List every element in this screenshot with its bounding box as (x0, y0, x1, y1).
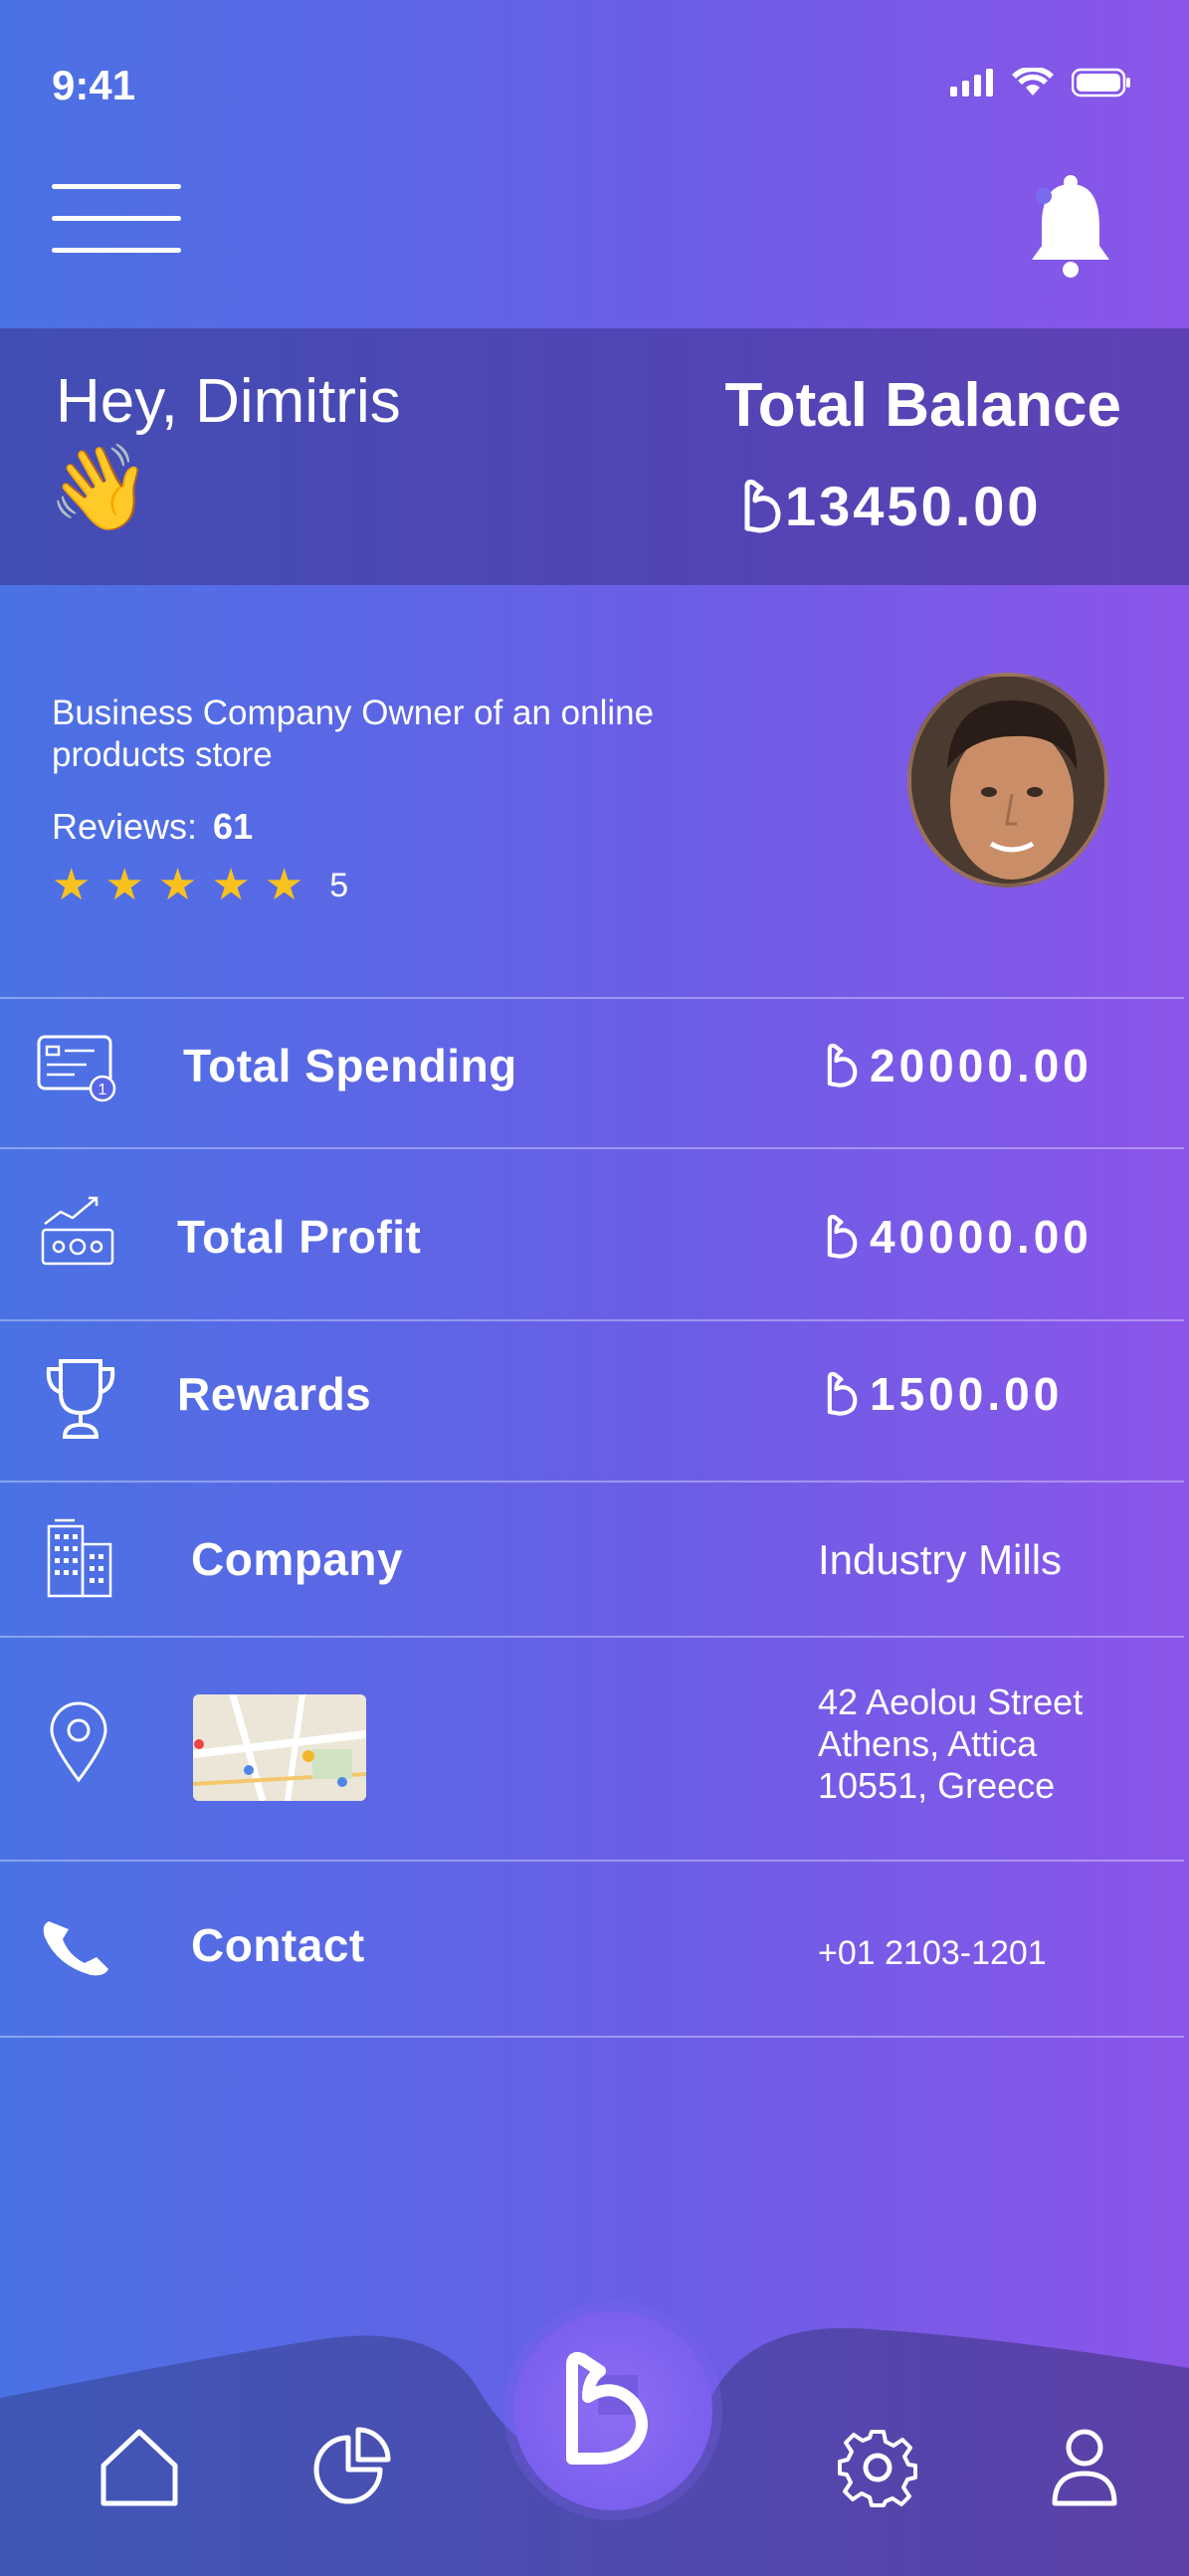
balance-label: Total Balance (724, 371, 1121, 440)
total-profit-label: Total Profit (177, 1211, 422, 1263)
notification-bell-button[interactable] (1028, 174, 1113, 279)
address-line: 42 Aeolou Street (818, 1682, 1084, 1722)
map-thumbnail[interactable] (193, 1694, 366, 1801)
settings-icon (838, 2430, 917, 2507)
divider (0, 1636, 1184, 1638)
rewards-amount: 1500.00 (870, 1368, 1064, 1420)
divider (0, 1147, 1184, 1149)
user-icon (1052, 2429, 1117, 2506)
nav-stats-button[interactable] (310, 2424, 394, 2512)
home-icon (100, 2429, 178, 2506)
currency-icon (827, 1371, 858, 1416)
nav-profile-button[interactable] (1043, 2424, 1126, 2512)
address: 42 Aeolou Street Athens, Attica 10551, G… (818, 1682, 1083, 1807)
reviews-label: Reviews: (52, 806, 198, 847)
wave-icon: 👋 (48, 441, 152, 534)
brand-logo-icon (566, 2351, 648, 2465)
cash-growth-icon (34, 1186, 123, 1276)
menu-line-icon (52, 248, 181, 253)
star-rating: ★ ★ ★ ★ ★ 5 (52, 864, 348, 907)
owner-description: Business Company Owner of an online prod… (52, 694, 655, 774)
location-pin-icon (34, 1697, 123, 1787)
divider (0, 1860, 1184, 1862)
star-icon: ★ (264, 861, 304, 909)
svg-text:1: 1 (99, 1082, 107, 1098)
star-icon: ★ (104, 861, 144, 909)
bell-icon (1032, 175, 1109, 278)
menu-line-icon (52, 216, 181, 221)
divider (0, 997, 1184, 999)
trophy-icon (36, 1353, 125, 1443)
status-time: 9:41 (52, 62, 136, 108)
rewards-label: Rewards (177, 1368, 372, 1420)
menu-line-icon (52, 184, 181, 189)
total-spending-value: 20000.00 (824, 1039, 1092, 1092)
balance-value: 13450.00 (741, 474, 1042, 538)
nav-settings-button[interactable] (836, 2426, 919, 2514)
total-spending-label: Total Spending (183, 1040, 517, 1091)
rewards-value: 1500.00 (824, 1367, 1063, 1421)
star-icon: ★ (52, 861, 92, 909)
signal-icon (950, 69, 993, 97)
avatar[interactable] (907, 673, 1108, 888)
divider (0, 1481, 1184, 1483)
contact-label: Contact (191, 1919, 365, 1971)
phone-icon (32, 1902, 121, 1992)
company-label: Company (191, 1533, 404, 1585)
divider (0, 1319, 1184, 1321)
reviews-count: 61 (213, 806, 254, 847)
center-brand-button[interactable] (513, 2311, 712, 2510)
chart-pie-icon (313, 2427, 391, 2504)
balance-amount: 13450.00 (785, 475, 1042, 537)
address-line: 10551, Greece (818, 1765, 1056, 1806)
star-icon: ★ (211, 861, 251, 909)
address-line: Athens, Attica (818, 1723, 1038, 1764)
battery-icon (1072, 68, 1130, 98)
card-icon: 1 (32, 1023, 121, 1112)
star-icon: ★ (157, 861, 198, 909)
divider (0, 2036, 1184, 2038)
menu-button[interactable] (52, 184, 181, 256)
company-name: Industry Mills (818, 1536, 1063, 1583)
building-icon (34, 1514, 123, 1604)
contact-phone[interactable]: +01 2103-1201 (818, 1934, 1047, 1973)
rating-value: 5 (329, 866, 349, 904)
total-profit-amount: 40000.00 (870, 1211, 1092, 1263)
currency-icon (744, 479, 781, 532)
wifi-icon (1012, 68, 1054, 96)
total-spending-amount: 20000.00 (870, 1040, 1092, 1091)
total-profit-value: 40000.00 (824, 1210, 1092, 1264)
greeting-text: Hey, Dimitris (56, 367, 401, 436)
reviews: Reviews: 61 (52, 806, 253, 848)
status-icons (950, 68, 1131, 98)
currency-icon (827, 1043, 858, 1088)
nav-home-button[interactable] (98, 2426, 181, 2514)
currency-icon (827, 1214, 858, 1259)
